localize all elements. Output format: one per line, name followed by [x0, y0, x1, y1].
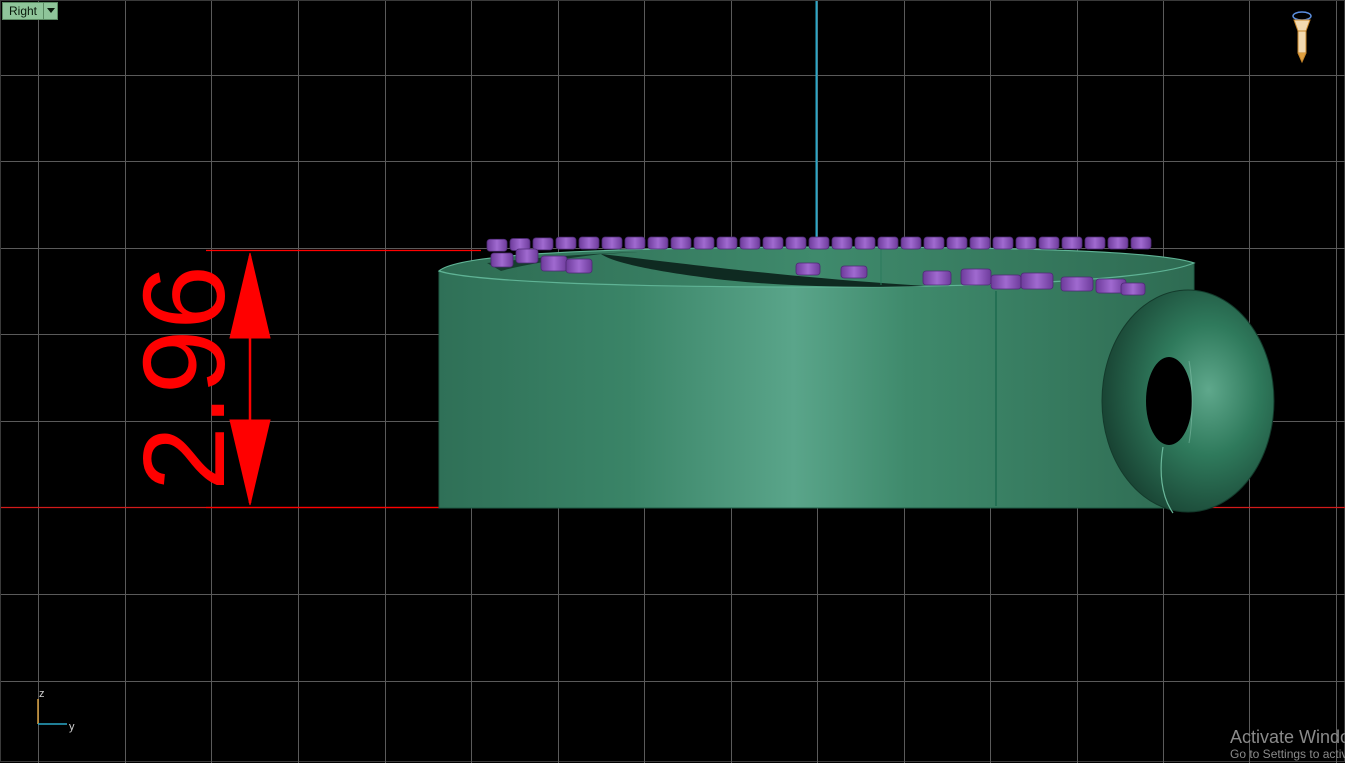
- dimension-value[interactable]: 2.96: [119, 265, 249, 491]
- gem-stone: [969, 236, 991, 250]
- chevron-down-icon[interactable]: [43, 3, 57, 19]
- gem-stone: [1020, 272, 1054, 290]
- gem-stone: [601, 236, 623, 250]
- gem-stone: [1130, 236, 1152, 250]
- gem-stone: [1107, 236, 1129, 250]
- gem-stone: [946, 236, 968, 250]
- gem-stone: [1060, 276, 1094, 292]
- bail-torus: [1101, 289, 1275, 514]
- gem-stone: [739, 236, 761, 250]
- watermark-subtitle: Go to Settings to activate Windows.: [1230, 747, 1345, 761]
- watermark-title: Activate Windows: [1230, 727, 1345, 747]
- gem-stone: [490, 252, 514, 268]
- activation-watermark: Activate Windows Go to Settings to activ…: [1230, 727, 1345, 761]
- pendant-body: [438, 262, 1195, 509]
- gem-stone: [795, 262, 821, 276]
- gem-stone: [992, 236, 1014, 250]
- gem-stone: [515, 248, 539, 264]
- axis-gizmo-icon: z y: [37, 688, 75, 733]
- gem-stone: [565, 258, 593, 274]
- gem-stone: [990, 274, 1022, 290]
- gem-stone: [922, 270, 952, 286]
- gem-stone: [670, 236, 692, 250]
- gem-stone: [647, 236, 669, 250]
- gem-stone: [785, 236, 807, 250]
- pendant-model[interactable]: [437, 236, 1275, 514]
- gem-stone: [716, 236, 738, 250]
- viewport-name[interactable]: Right: [3, 3, 43, 19]
- axis-label-y: y: [69, 721, 75, 733]
- gem-stone: [540, 255, 568, 272]
- camera-lens-icon[interactable]: [1292, 11, 1312, 64]
- viewport-canvas[interactable]: 2.96 z y: [1, 1, 1345, 763]
- right-viewport[interactable]: 2.96 z y Right Activate Wind Go to Setti…: [0, 0, 1345, 763]
- gem-stone: [1061, 236, 1083, 250]
- gem-stone: [1084, 236, 1106, 250]
- gem-stone: [808, 236, 830, 250]
- gem-stone: [1038, 236, 1060, 250]
- gem-stone: [578, 236, 600, 250]
- gem-stone: [877, 236, 899, 250]
- gem-stone: [831, 236, 853, 250]
- gem-stone: [486, 238, 508, 252]
- gem-stone: [762, 236, 784, 250]
- gem-stone: [923, 236, 945, 250]
- gem-stone: [1015, 236, 1037, 250]
- gem-stone: [900, 236, 922, 250]
- axis-label-z: z: [39, 688, 45, 700]
- gem-stone: [624, 236, 646, 250]
- gem-stone: [693, 236, 715, 250]
- gem-stone: [532, 237, 554, 251]
- viewport-name-label[interactable]: Right: [2, 2, 59, 20]
- gem-stone: [555, 236, 577, 250]
- gem-stone: [840, 265, 868, 279]
- gem-stone: [960, 268, 992, 286]
- gem-stone: [1120, 282, 1146, 296]
- gem-stone: [854, 236, 876, 250]
